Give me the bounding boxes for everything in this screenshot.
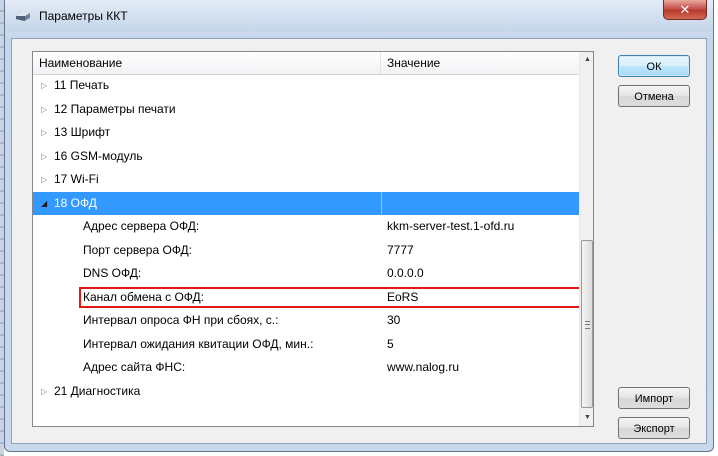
tree-group-row[interactable]: ◢ 18 ОФД: [33, 191, 579, 216]
tree-child-row[interactable]: Интервал опроса ФН при сбоях, с.: 30: [33, 309, 579, 333]
row-value-cell: 30: [387, 313, 401, 327]
row-label: Порт сервера ОФД:: [83, 242, 193, 257]
tree-child-row[interactable]: Адрес сайта ФНС: www.nalog.ru: [33, 356, 579, 380]
ok-button[interactable]: ОК: [618, 55, 690, 77]
row-value-cell: kkm-server-test.1-ofd.ru: [387, 219, 515, 233]
collapsed-arrow-icon[interactable]: ▷: [41, 121, 47, 145]
row-label: 13 Шрифт: [54, 125, 111, 139]
row-label: Интервал ожидания квитации ОФД, мин.:: [83, 336, 314, 351]
close-button[interactable]: ✕: [663, 0, 707, 20]
row-label: 16 GSM-модуль: [54, 148, 143, 163]
scroll-up-arrow-icon[interactable]: ▲: [580, 52, 593, 68]
row-value-cell: 5: [387, 336, 394, 351]
tree-child-row[interactable]: Адрес сервера ОФД: kkm-server-test.1-ofd.…: [33, 215, 579, 239]
close-icon: ✕: [679, 1, 691, 17]
tree-child-row[interactable]: Порт сервера ОФД: 7777: [33, 239, 579, 263]
column-header-value[interactable]: Значение: [381, 52, 579, 74]
row-label: DNS ОФД:: [83, 266, 142, 280]
row-value-cell: 7777: [387, 242, 414, 257]
row-label: 17 Wi-Fi: [54, 172, 99, 186]
title-bar[interactable]: Параметры ККТ ✕: [5, 0, 713, 32]
collapsed-arrow-icon[interactable]: ▷: [41, 380, 47, 404]
export-button[interactable]: Экспорт: [618, 417, 690, 439]
row-label: 21 Диагностика: [54, 383, 141, 398]
tree-group-row[interactable]: ▷ 16 GSM-модуль: [33, 145, 579, 169]
column-header-name[interactable]: Наименование: [33, 52, 381, 74]
table-rows: ▷ 11 Печать ▷ 12 Параметры печати ▷ 13 Шрифт ▷…: [33, 74, 579, 403]
highlight-frame: [79, 286, 593, 308]
collapsed-arrow-icon[interactable]: ▷: [41, 98, 47, 122]
collapsed-arrow-icon[interactable]: ▷: [41, 145, 47, 169]
tree-group-row[interactable]: ▷ 13 Шрифт: [33, 121, 579, 145]
dialog-window: Параметры ККТ ✕ Наименование Значение ▷ 1…: [4, 0, 714, 452]
dialog-client-area: Наименование Значение ▷ 11 Печать ▷ 12 Пара…: [11, 38, 707, 444]
collapsed-arrow-icon[interactable]: ▷: [41, 168, 47, 192]
vertical-scrollbar[interactable]: ▲ ▼: [579, 52, 593, 426]
expanded-arrow-icon[interactable]: ◢: [41, 192, 47, 216]
row-label: Адрес сайта ФНС:: [83, 360, 186, 374]
row-value-cell: www.nalog.ru: [387, 360, 460, 374]
import-button[interactable]: Импорт: [618, 387, 690, 409]
row-label: Интервал опроса ФН при сбоях, с.:: [83, 313, 279, 327]
tree-group-row[interactable]: ▷ 21 Диагностика: [33, 380, 579, 404]
parameters-table[interactable]: Наименование Значение ▷ 11 Печать ▷ 12 Пара…: [32, 51, 594, 427]
row-value-cell: 0.0.0.0: [387, 266, 424, 280]
row-label: 12 Параметры печати: [54, 101, 176, 116]
tree-child-row[interactable]: DNS ОФД: 0.0.0.0: [33, 262, 579, 286]
tree-group-row[interactable]: ▷ 12 Параметры печати: [33, 98, 579, 122]
collapsed-arrow-icon[interactable]: ▷: [41, 74, 47, 98]
scroll-down-arrow-icon[interactable]: ▼: [580, 410, 593, 426]
cancel-button[interactable]: Отмена: [618, 85, 690, 107]
row-name-cell: ◢ 18 ОФД: [33, 191, 382, 216]
row-label: 11 Печать: [54, 78, 110, 92]
tree-group-row[interactable]: ▷ 17 Wi-Fi: [33, 168, 579, 192]
tree-group-row[interactable]: ▷ 11 Печать: [33, 74, 579, 98]
scrollbar-thumb[interactable]: [581, 240, 593, 408]
row-label: Адрес сервера ОФД:: [83, 219, 200, 233]
table-header: Наименование Значение: [33, 52, 579, 75]
printer-icon: [16, 11, 30, 21]
grip-icon: [585, 321, 590, 329]
window-title: Параметры ККТ: [39, 9, 128, 23]
tree-child-row[interactable]: Интервал ожидания квитации ОФД, мин.: 5: [33, 333, 579, 357]
row-label: 18 ОФД: [54, 195, 97, 210]
